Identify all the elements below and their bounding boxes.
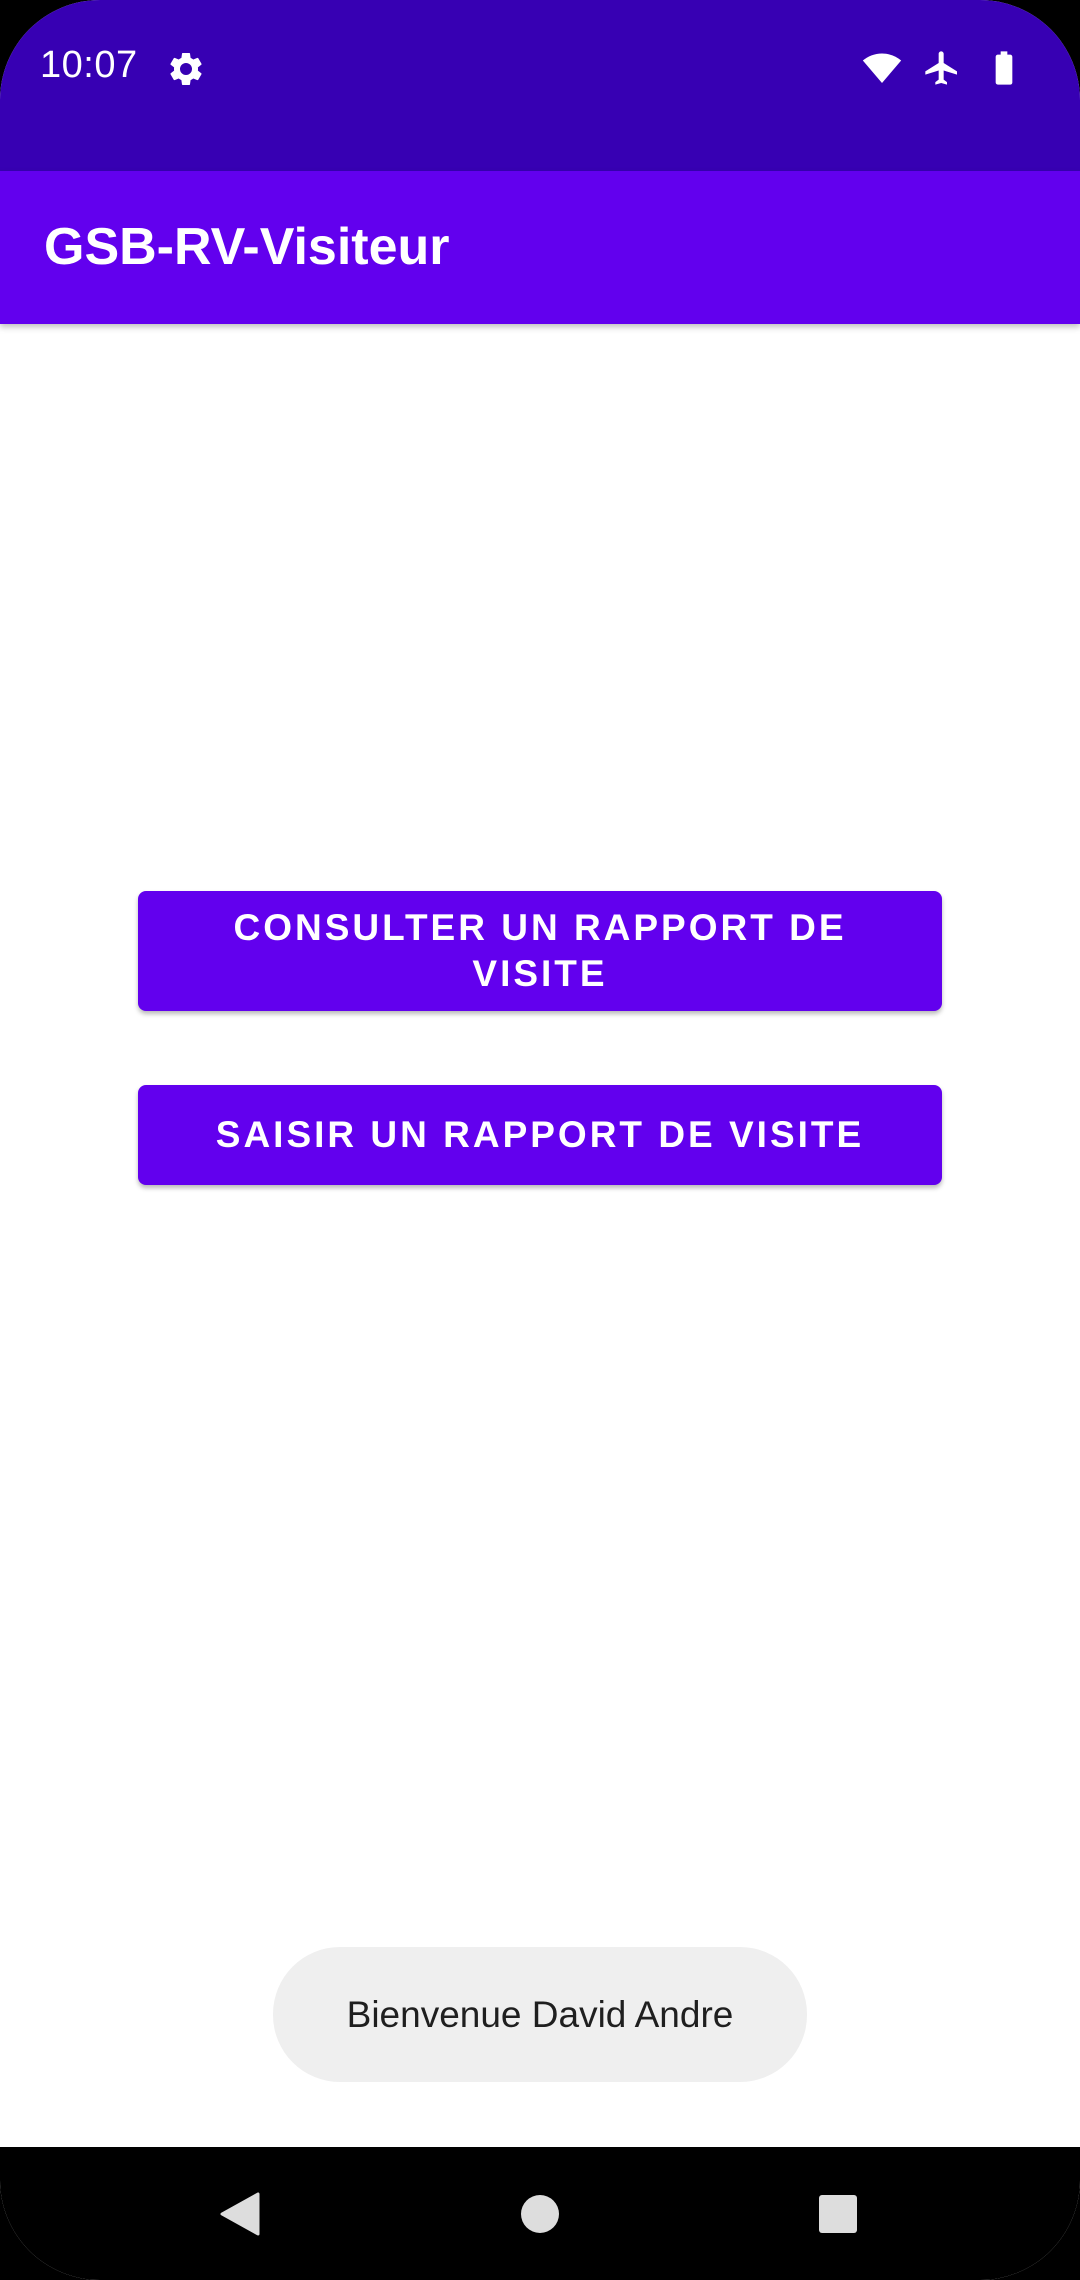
consult-report-button[interactable]: CONSULTER UN RAPPORT DE VISITE	[138, 891, 942, 1011]
back-icon	[220, 2192, 260, 2235]
home-icon	[521, 2194, 559, 2233]
welcome-toast: Bienvenue David Andre	[273, 1947, 807, 2082]
nav-back-button[interactable]	[180, 2147, 300, 2280]
nav-home-button[interactable]	[480, 2147, 600, 2280]
app-title: GSB-RV-Visiteur	[44, 218, 450, 276]
toast-message: Bienvenue David Andre	[346, 1993, 734, 2035]
status-bar: 10:07	[0, 0, 1080, 171]
app-bar: GSB-RV-Visiteur	[0, 171, 1080, 324]
nav-recents-button[interactable]	[778, 2147, 898, 2280]
recents-icon	[819, 2194, 857, 2233]
airplane-icon	[925, 51, 957, 85]
status-time: 10:07	[40, 44, 138, 86]
status-icons	[860, 48, 1040, 88]
wifi-icon	[862, 53, 902, 83]
phone-screen: 10:07 GSB-RV-Visiteur CONSULTER UN RAPPO…	[0, 0, 1080, 2280]
battery-icon	[995, 51, 1013, 85]
gear-icon	[170, 52, 202, 85]
main-content: CONSULTER UN RAPPORT DE VISITE SAISIR UN…	[0, 324, 1080, 2147]
enter-report-button[interactable]: SAISIR UN RAPPORT DE VISITE	[138, 1085, 942, 1185]
navigation-bar	[0, 2147, 1080, 2280]
